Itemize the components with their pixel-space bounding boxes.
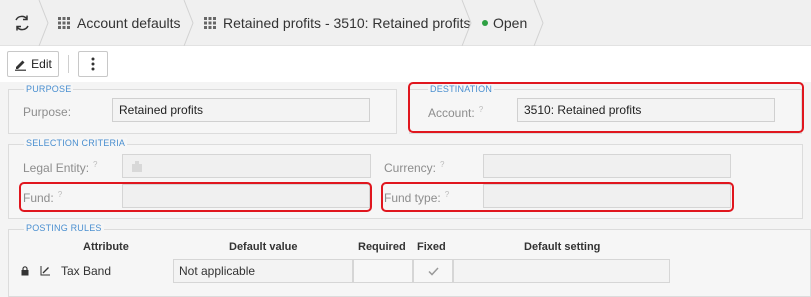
form-content: PURPOSE Purpose: Retained profits DESTIN… bbox=[0, 82, 811, 297]
edit-button[interactable]: Edit bbox=[7, 51, 59, 77]
grid-icon bbox=[204, 17, 216, 29]
breadcrumb-separator bbox=[183, 0, 194, 46]
help-icon: ? bbox=[444, 190, 450, 199]
attribute-value: Tax Band bbox=[61, 264, 112, 278]
required-cell bbox=[353, 259, 413, 283]
status-dot-icon bbox=[482, 20, 488, 26]
refresh-icon[interactable] bbox=[12, 13, 32, 33]
legal-entity-label: Legal Entity:? bbox=[23, 160, 98, 175]
pencil-icon bbox=[15, 60, 27, 71]
column-header-default-value[interactable]: Default value bbox=[229, 241, 297, 253]
fixed-cell[interactable] bbox=[413, 259, 453, 283]
breadcrumb-label: Retained profits - 3510: Retained profit… bbox=[223, 15, 471, 31]
checkmark-icon bbox=[427, 266, 439, 276]
purpose-value: Retained profits bbox=[119, 103, 204, 117]
legal-entity-field[interactable] bbox=[122, 154, 371, 178]
purpose-legend: PURPOSE bbox=[24, 84, 74, 94]
default-value: Not applicable bbox=[179, 264, 256, 278]
more-actions-button[interactable] bbox=[78, 51, 108, 77]
help-icon: ? bbox=[57, 190, 63, 199]
help-icon: ? bbox=[93, 160, 98, 169]
column-header-fixed[interactable]: Fixed bbox=[417, 241, 446, 253]
breadcrumb-item-account-defaults[interactable]: Account defaults bbox=[58, 0, 181, 46]
currency-field[interactable] bbox=[483, 154, 731, 178]
status-indicator: Open bbox=[482, 0, 527, 46]
default-value-cell[interactable]: Not applicable bbox=[173, 259, 353, 283]
breadcrumb-separator bbox=[533, 0, 544, 46]
fund-type-label: Fund type:? bbox=[384, 190, 450, 205]
breadcrumb-separator bbox=[38, 0, 49, 46]
edit-button-label: Edit bbox=[31, 57, 52, 71]
currency-label: Currency:? bbox=[384, 160, 445, 175]
column-header-attribute[interactable]: Attribute bbox=[83, 241, 129, 253]
breadcrumb-separator bbox=[461, 0, 472, 46]
fund-field[interactable] bbox=[122, 184, 370, 208]
destination-legend: DESTINATION bbox=[428, 84, 495, 94]
status-label: Open bbox=[493, 15, 528, 31]
posting-rules-legend: POSTING RULES bbox=[24, 223, 104, 233]
default-setting-cell[interactable] bbox=[453, 259, 670, 283]
breadcrumb-bar: Account defaults Retained profits - 3510… bbox=[0, 0, 811, 46]
grid-icon bbox=[58, 17, 70, 29]
account-field[interactable]: 3510: Retained profits bbox=[517, 98, 775, 122]
lock-icon bbox=[21, 266, 29, 276]
attribute-cell: Tax Band bbox=[42, 259, 173, 283]
help-icon: ? bbox=[440, 160, 445, 169]
column-header-required[interactable]: Required bbox=[358, 241, 406, 253]
table-row[interactable]: Tax Band Not applicable bbox=[14, 259, 811, 283]
building-icon bbox=[132, 160, 142, 172]
toolbar-divider bbox=[68, 55, 69, 73]
help-icon: ? bbox=[478, 105, 484, 114]
toolbar: Edit bbox=[0, 46, 811, 82]
purpose-label: Purpose: bbox=[23, 105, 72, 119]
selection-criteria-legend: SELECTION CRITERIA bbox=[24, 138, 128, 148]
breadcrumb-item-retained-profits[interactable]: Retained profits - 3510: Retained profit… bbox=[204, 0, 470, 46]
fund-label: Fund:? bbox=[23, 190, 63, 205]
purpose-field[interactable]: Retained profits bbox=[112, 98, 370, 122]
account-value: 3510: Retained profits bbox=[524, 103, 642, 117]
fund-type-field[interactable] bbox=[483, 184, 731, 208]
column-header-default-setting[interactable]: Default setting bbox=[524, 241, 600, 253]
breadcrumb-label: Account defaults bbox=[77, 15, 181, 31]
more-vertical-icon bbox=[91, 57, 95, 71]
account-label: Account:? bbox=[428, 105, 484, 120]
